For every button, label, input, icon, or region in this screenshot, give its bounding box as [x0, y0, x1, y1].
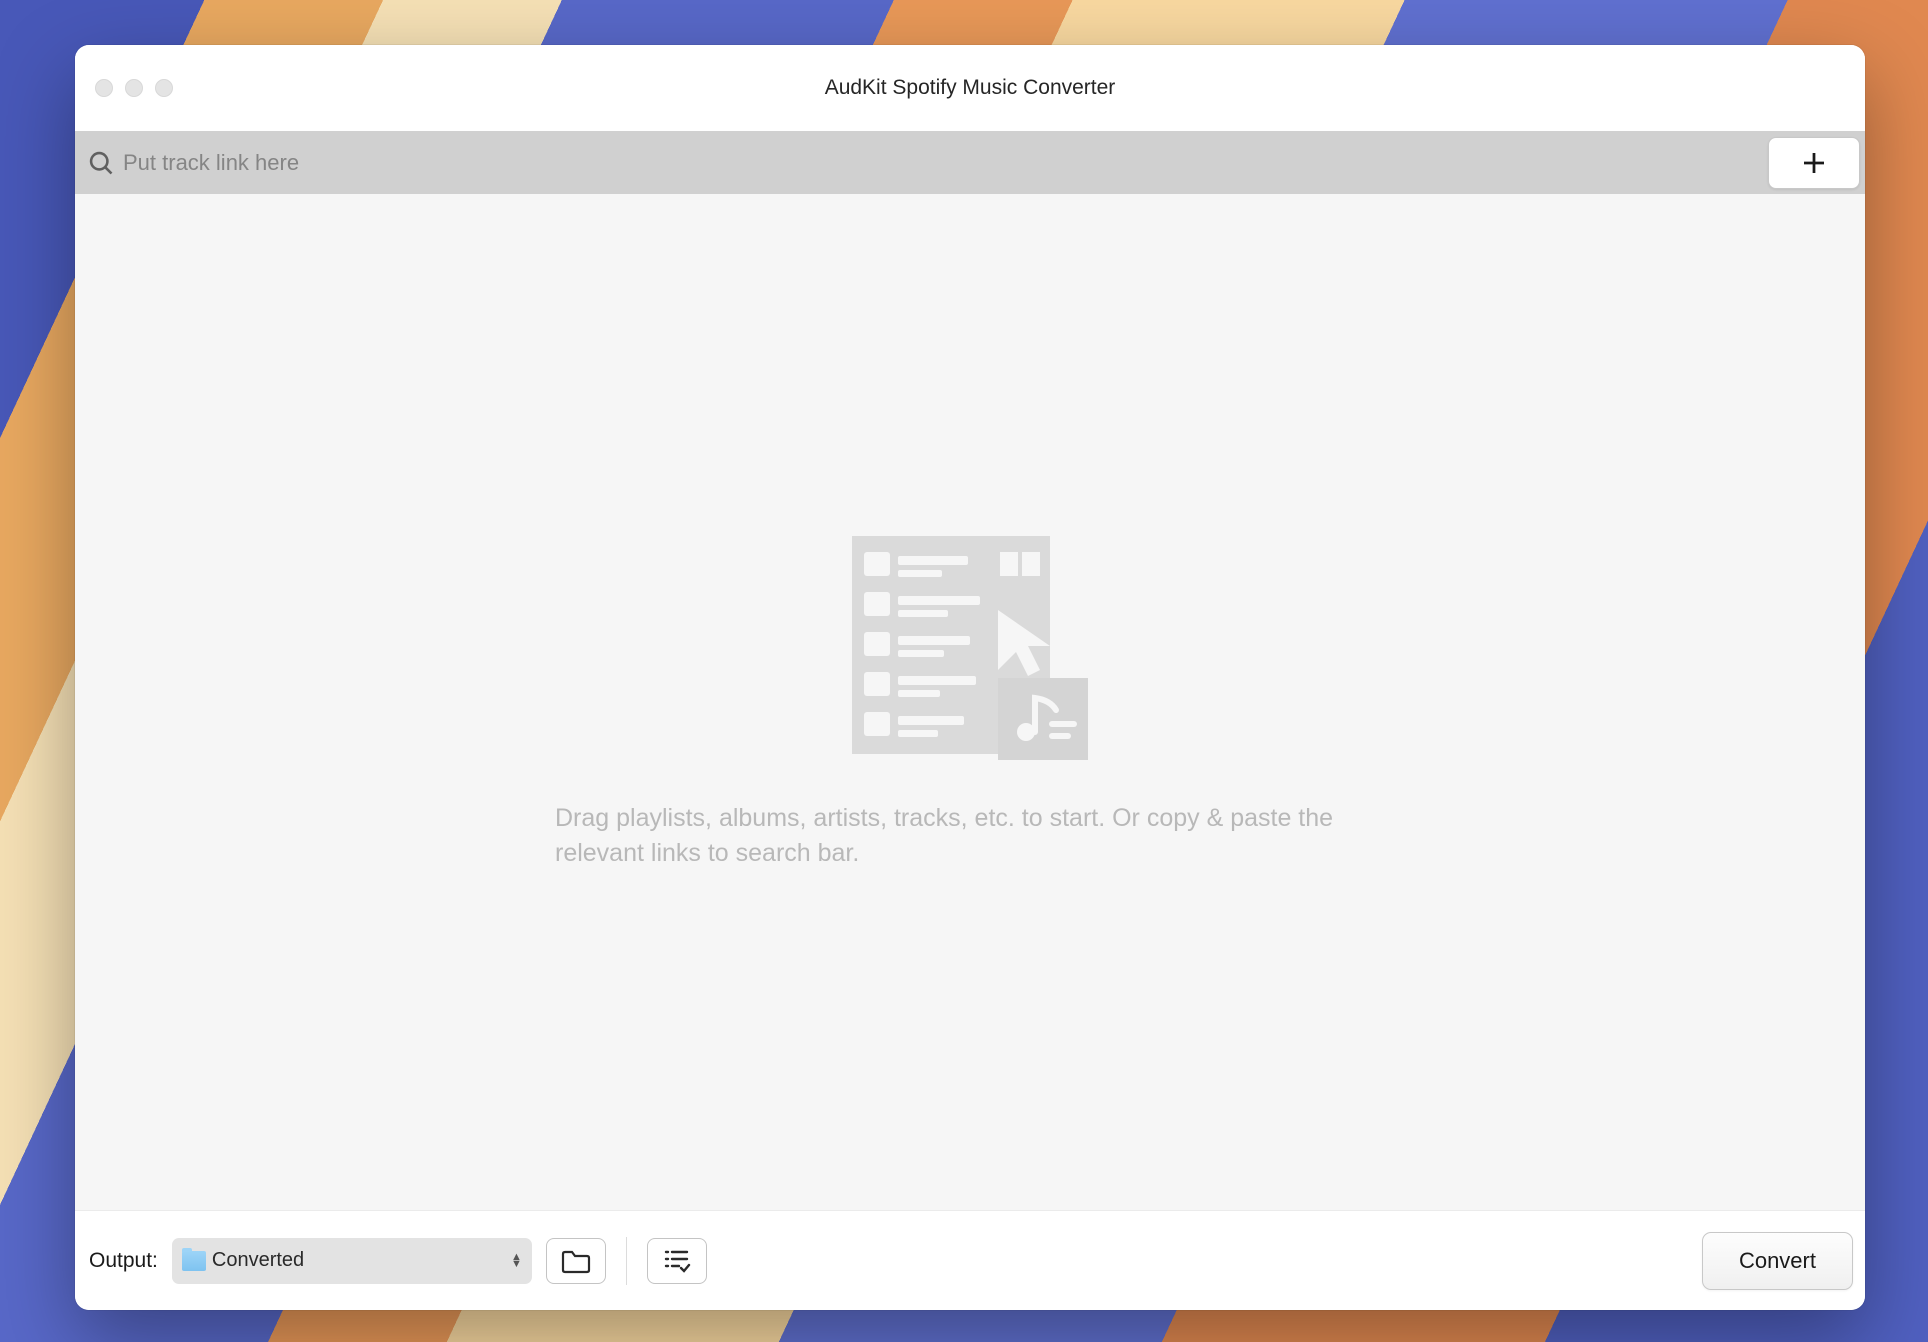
output-label: Output:	[89, 1249, 158, 1273]
app-window: AudKit Spotify Music Converter	[75, 45, 1865, 1310]
folder-open-icon	[561, 1248, 591, 1274]
output-folder-select[interactable]: Converted ▲▼	[172, 1238, 532, 1284]
open-output-folder-button[interactable]	[546, 1238, 606, 1284]
search-icon	[75, 149, 123, 177]
content-area[interactable]: Drag playlists, albums, artists, tracks,…	[75, 194, 1865, 1210]
search-bar	[75, 131, 1865, 194]
maximize-window-button[interactable]	[155, 79, 173, 97]
output-folder-name: Converted	[212, 1249, 511, 1272]
minimize-window-button[interactable]	[125, 79, 143, 97]
folder-icon	[182, 1251, 206, 1271]
plus-icon	[1799, 148, 1829, 178]
history-list-button[interactable]	[647, 1238, 707, 1284]
window-controls	[75, 79, 173, 97]
empty-state-text: Drag playlists, albums, artists, tracks,…	[555, 801, 1385, 871]
footer-bar: Output: Converted ▲▼	[75, 1210, 1865, 1310]
chevron-updown-icon: ▲▼	[511, 1254, 522, 1268]
empty-state-illustration	[850, 534, 1090, 767]
titlebar: AudKit Spotify Music Converter	[75, 45, 1865, 131]
track-link-input[interactable]	[123, 131, 1768, 194]
separator	[626, 1237, 627, 1285]
convert-button[interactable]: Convert	[1702, 1232, 1853, 1290]
close-window-button[interactable]	[95, 79, 113, 97]
add-button[interactable]	[1768, 137, 1860, 189]
list-check-icon	[663, 1248, 691, 1274]
window-title: AudKit Spotify Music Converter	[75, 76, 1865, 100]
